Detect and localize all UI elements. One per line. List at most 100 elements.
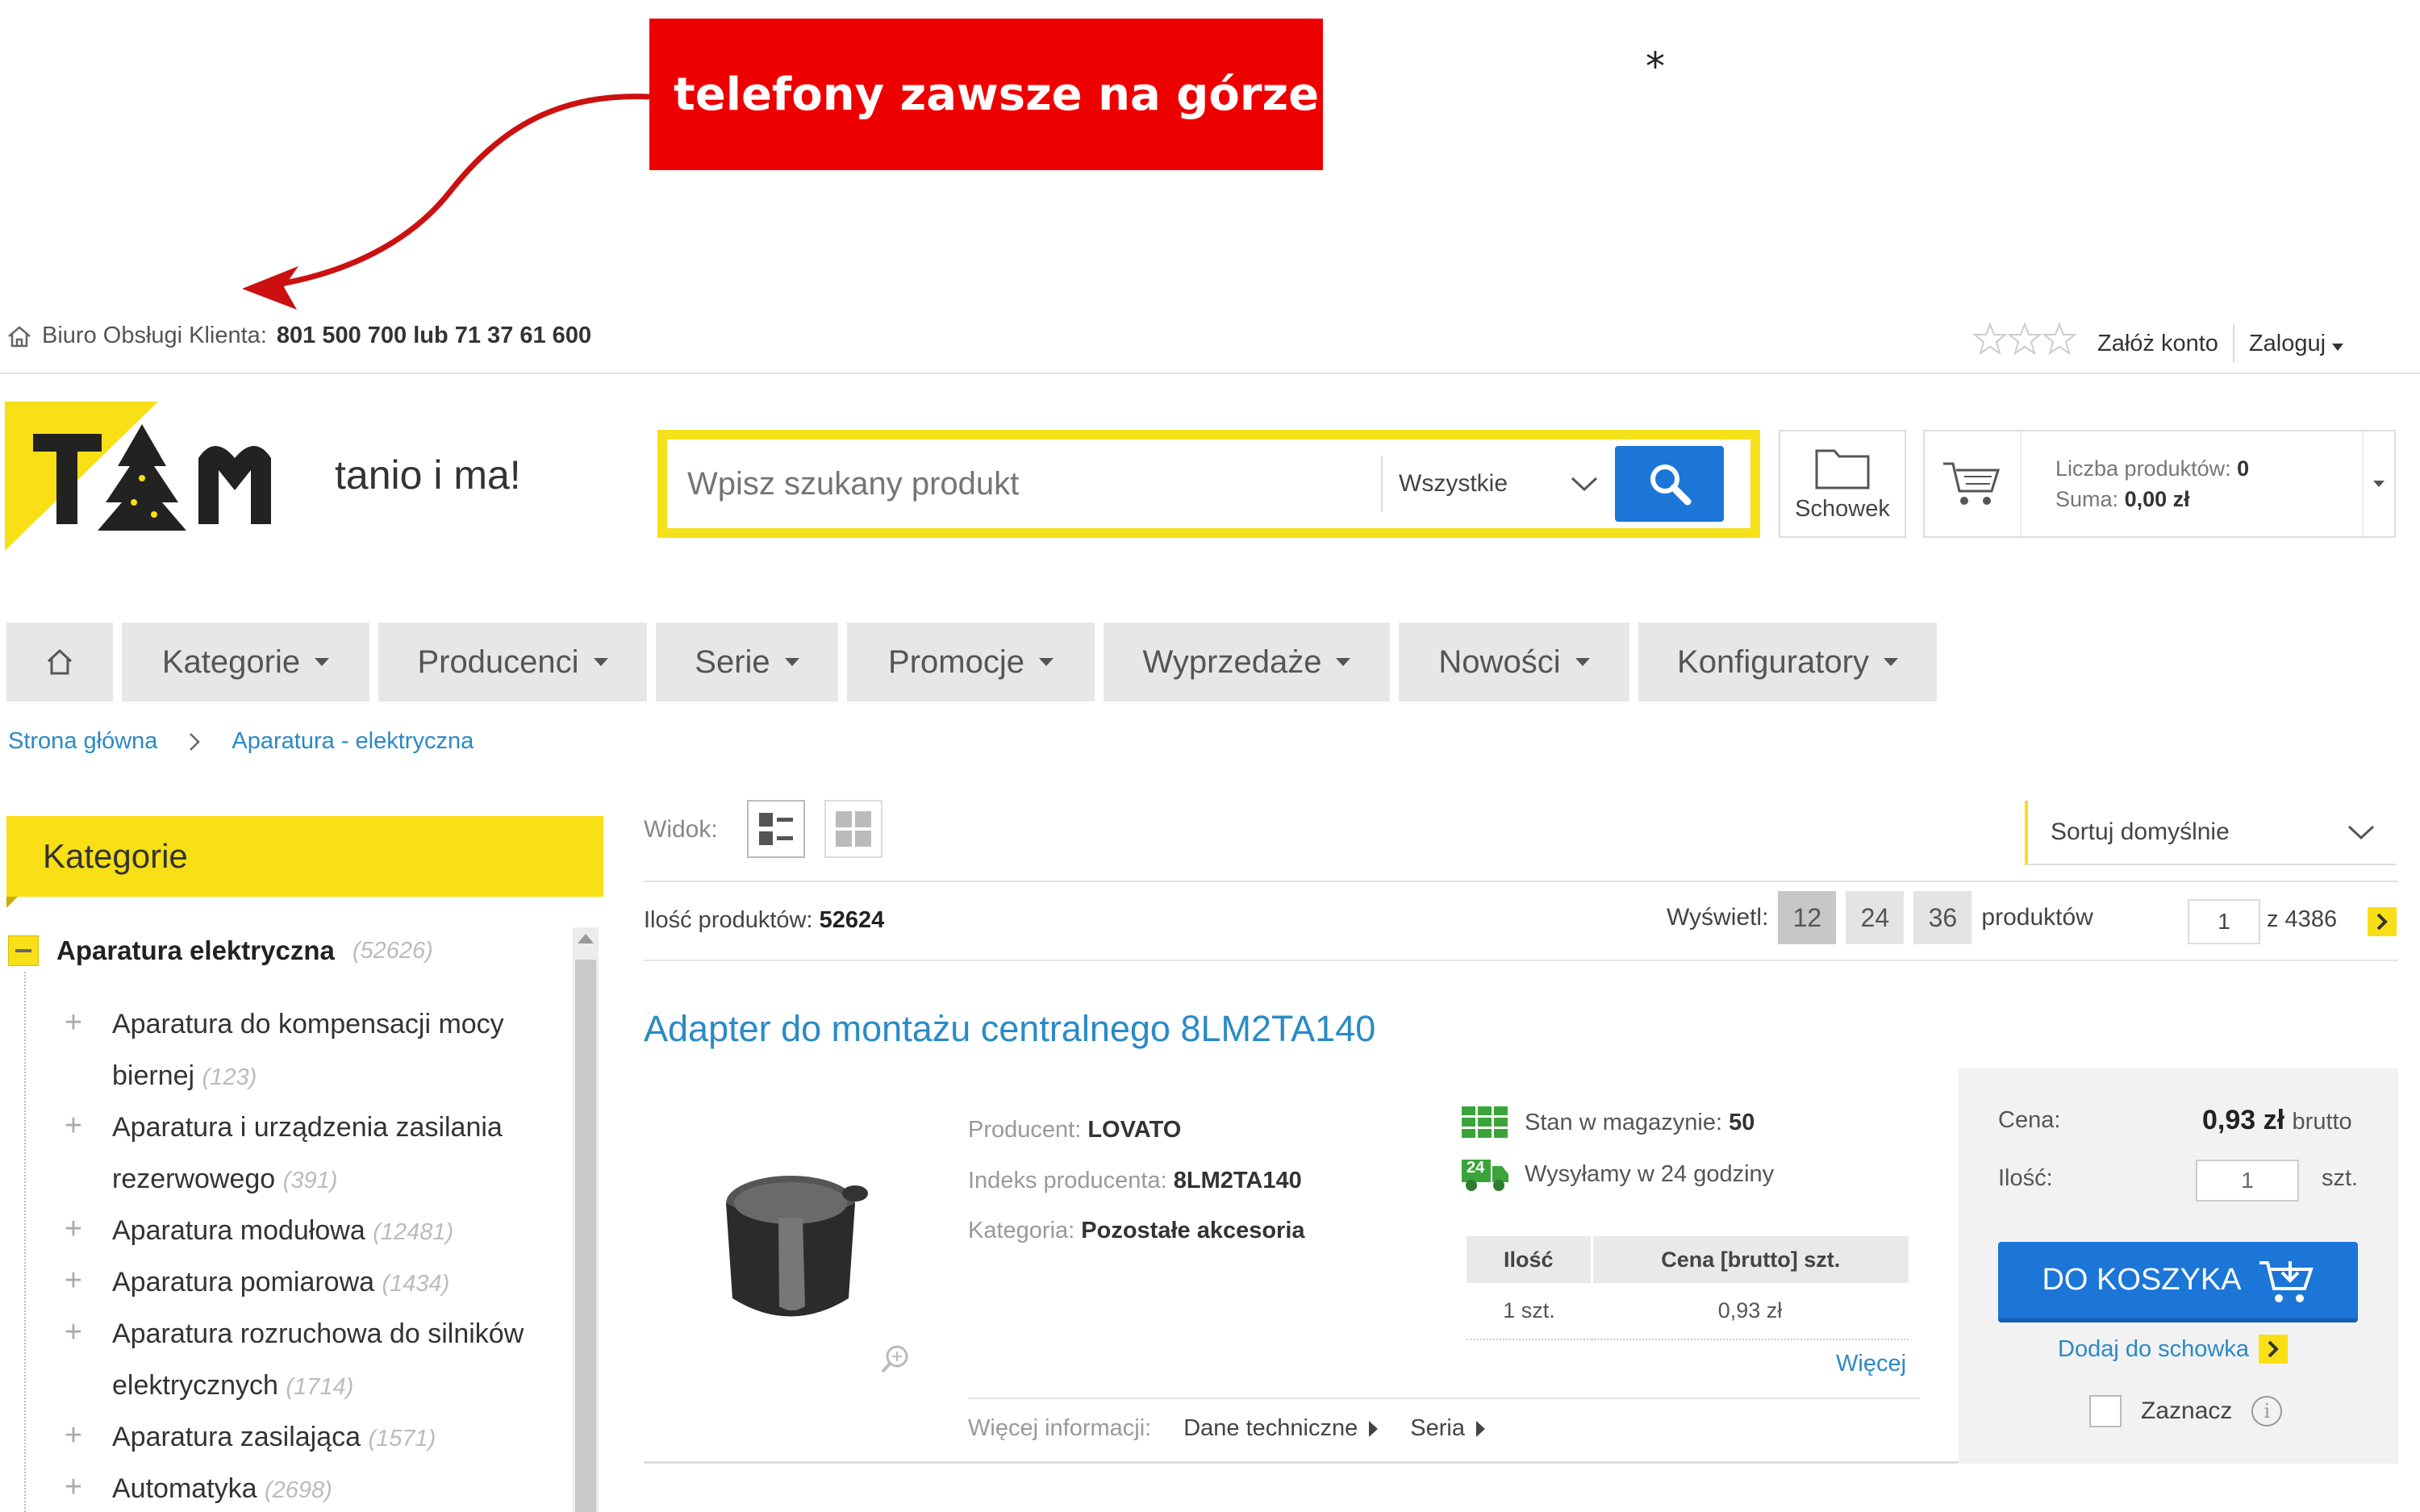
product-title[interactable]: Adapter do montażu centralnego 8LM2TA140 [644,1008,1375,1050]
category-root-count: (52626) [352,937,433,964]
breadcrumb-current[interactable]: Aparatura - elektryczna [232,728,474,755]
zoom-icon[interactable] [879,1343,912,1375]
slogan: tanio i ma! [335,452,521,498]
sort-label: Sortuj domyślnie [2051,818,2230,845]
qty-unit: szt. [2322,1165,2359,1191]
expand-icon[interactable]: + [60,1006,86,1039]
nav-promotions[interactable]: Promocje [847,623,1095,702]
list-item[interactable]: + Automatyka (2698) [60,1463,564,1512]
more-link[interactable]: Więcej [1836,1351,1906,1377]
product-image[interactable] [702,1161,887,1347]
compare-checkbox-row: Zaznacz i [2089,1395,2283,1427]
stock-value: 50 [1729,1109,1755,1135]
caret-right-icon [1475,1420,1485,1437]
expand-icon[interactable]: + [60,1264,86,1297]
series-link[interactable]: Seria [1410,1415,1485,1442]
expand-icon[interactable]: + [60,1315,86,1349]
next-page-button[interactable] [2368,907,2397,936]
register-link[interactable]: Załóż konto [2097,331,2218,357]
service-label: Biuro Obsługi Klienta: [42,323,267,348]
per-page-24[interactable]: 24 [1846,891,1905,944]
per-page-suffix: produktów [1981,904,2093,931]
more-info-label: Więcej informacji: [968,1415,1152,1441]
chevron-down-icon[interactable] [2373,481,2385,487]
breadcrumb-home[interactable]: Strona główna [8,728,157,755]
add-to-stash-link[interactable]: Dodaj do schowka [2058,1335,2288,1364]
collapse-icon[interactable] [8,935,39,966]
expand-icon[interactable]: + [60,1212,86,1246]
compare-checkbox[interactable] [2089,1395,2122,1427]
nav-home[interactable] [6,623,113,702]
price-table: Ilość Cena [brutto] szt. 1 szt. 0,93 zł [1467,1236,1909,1340]
search-icon [1650,464,1691,506]
per-page-36[interactable]: 36 [1913,891,1972,944]
list-item[interactable]: + Aparatura pomiarowa (1434) [60,1256,564,1310]
scroll-up-icon[interactable] [578,934,594,943]
product-photo [726,1176,868,1317]
chevron-down-icon [784,658,799,666]
expand-icon[interactable]: + [60,1109,86,1143]
per-page-12[interactable]: 12 [1778,891,1837,944]
sidebar-scroll-thumb[interactable] [575,960,596,1512]
star-icon [1972,322,2077,356]
table-header-price: Cena [brutto] szt. [1592,1236,1909,1283]
mark-label: Zaznacz [2141,1397,2233,1424]
list-item[interactable]: + Aparatura zasilająca (1571) [60,1411,564,1464]
expand-icon[interactable]: + [60,1418,86,1452]
nav-producers[interactable]: Producenci [378,623,647,702]
chevron-down-icon [315,658,330,666]
quantity-input[interactable] [2196,1160,2299,1202]
search-scope-label: Wszystkie [1399,470,1508,497]
chevron-down-icon [593,658,608,666]
category-row: Kategoria: Pozostałe akcesoria [968,1218,1305,1243]
list-view-button[interactable] [747,800,805,858]
list-item[interactable]: + Aparatura i urządzenia zasilania rezer… [60,1102,564,1206]
nav-categories[interactable]: Kategorie [122,623,369,702]
logo[interactable] [5,402,328,555]
tree-guide [24,972,26,1512]
expand-icon[interactable]: + [60,1470,86,1504]
view-label: Widok: [644,816,718,843]
rating-stars[interactable] [1972,321,2077,356]
add-to-cart-button[interactable]: DO KOSZYKA [1998,1242,2358,1322]
search-button[interactable] [1615,446,1724,522]
sidebar-title: Kategorie [6,816,603,908]
producer-value: LOVATO [1087,1117,1182,1143]
index-value: 8LM2TA140 [1173,1168,1302,1193]
nav-series[interactable]: Serie [656,623,838,702]
list-item[interactable]: + Aparatura modułowa (12481) [60,1205,564,1258]
list-item[interactable]: + Aparatura rozruchowa do silników elekt… [60,1308,564,1413]
customer-service: Biuro Obsługi Klienta: 801 500 700 lub 7… [6,323,591,349]
category-root-label: Aparatura elektryczna [56,935,335,965]
nav-new[interactable]: Nowości [1399,623,1629,702]
chevron-right-icon [2258,1335,2288,1364]
login-link[interactable]: Zaloguj [2249,331,2344,357]
info-icon[interactable]: i [2251,1396,2283,1427]
grid-view-button[interactable] [824,800,882,858]
sort-select[interactable]: Sortuj domyślnie [2025,801,2396,865]
list-view-icon [759,813,793,845]
stock-info: Stan w magazynie: 50 [1460,1105,1754,1140]
annotation-callout: telefony zawsze na górze [649,19,1323,170]
nav-configurators[interactable]: Konfiguratory [1638,623,1937,702]
tech-data-link[interactable]: Dane techniczne [1183,1415,1379,1442]
chevron-down-icon [1571,477,1598,492]
chevron-down-icon [1883,658,1898,666]
search-scope-select[interactable]: Wszystkie [1381,456,1615,512]
stash-button[interactable]: Schowek [1779,430,1906,538]
cart-icon [2259,1260,2314,1302]
category-root[interactable]: Aparatura elektryczna (52626) [8,935,433,966]
product-count: Ilość produktów: 52624 [644,907,885,933]
list-item[interactable]: + Aparatura do kompensacji mocy biernej … [60,998,564,1103]
table-row: 1 szt. 0,93 zł [1467,1283,1909,1340]
folder-icon [1815,449,1870,489]
cart-widget[interactable]: Liczba produktów: 0 Suma: 0,00 zł [1923,430,2396,538]
shipping-text: Wysyłamy w 24 godziny [1525,1160,1775,1187]
page-number-input[interactable] [2188,899,2260,944]
per-page-selector: Wyświetl: 12 24 36 produktów [1667,891,2093,944]
search-input[interactable] [667,439,1381,528]
nav-sales[interactable]: Wyprzedaże [1104,623,1390,702]
divider [644,960,2398,961]
cart-summary: Liczba produktów: 0 Suma: 0,00 zł [2055,456,2250,511]
more-info: Więcej informacji: Dane techniczne Seria [968,1415,1485,1442]
